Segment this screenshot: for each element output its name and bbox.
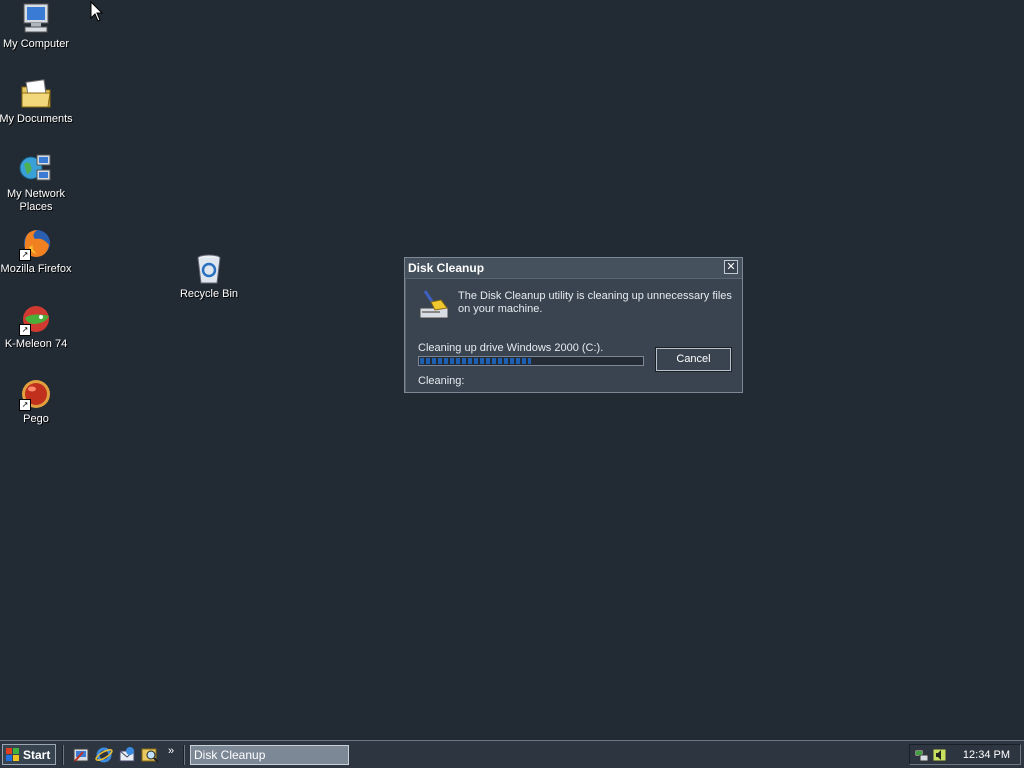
desktop-icon-my-network-places[interactable]: My Network Places [0,152,74,214]
search-icon[interactable] [141,746,159,764]
desktop-icon-pego[interactable]: ↗ Pego [0,377,74,426]
taskbar-separator [183,745,185,765]
volume-icon[interactable] [932,747,948,763]
desktop-icon-label-line1: My Network [6,188,66,200]
close-icon: ✕ [726,261,736,273]
firefox-icon: ↗ [19,227,53,261]
desktop-icon-my-documents[interactable]: My Documents [0,77,74,126]
start-label: Start [23,748,51,762]
progress-bar [418,356,644,366]
desktop-icon-label: Recycle Bin [179,288,239,300]
cancel-button[interactable]: Cancel [655,347,732,372]
start-button[interactable]: Start [2,744,56,765]
network-icon[interactable] [914,747,930,763]
desktop-icon-label-line2: Places [19,201,53,213]
shortcut-arrow-icon: ↗ [19,399,31,411]
status-label: Cleaning: [418,375,465,387]
shortcut-arrow-icon: ↗ [19,324,31,336]
k-meleon-icon: ↗ [19,302,53,336]
desktop-icon-k-meleon[interactable]: ↗ K-Meleon 74 [0,302,74,351]
shortcut-arrow-icon: ↗ [19,249,31,261]
my-documents-icon [19,77,53,111]
disk-cleanup-dialog: Disk Cleanup ✕ The Disk Cleanup utility … [404,257,743,393]
desktop-icon-my-computer[interactable]: My Computer [0,2,74,51]
clock: 12:34 PM [962,749,1010,761]
pego-icon: ↗ [19,377,53,411]
progress-fill [420,358,531,364]
show-desktop-icon[interactable] [72,746,90,764]
taskbar-button-disk-cleanup[interactable]: Disk Cleanup [190,745,349,765]
network-places-icon [19,152,53,186]
desktop-icon-recycle-bin[interactable]: Recycle Bin [171,252,247,301]
my-computer-icon [19,2,53,36]
drive-label: Cleaning up drive Windows 2000 (C:). [418,342,604,354]
mouse-cursor-icon [90,1,104,22]
system-tray: 12:34 PM [909,744,1021,765]
desktop: My Computer My Documents My Network Plac… [0,0,1024,740]
desktop-icon-mozilla-firefox[interactable]: ↗ Mozilla Firefox [0,227,74,276]
desktop-icon-label: My Computer [2,38,70,50]
dialog-message: The Disk Cleanup utility is cleaning up … [458,290,732,315]
dialog-title: Disk Cleanup [408,261,485,275]
windows-logo-icon [6,748,19,761]
taskbar-separator [62,745,64,765]
outlook-express-icon[interactable] [118,746,136,764]
desktop-icon-label: K-Meleon 74 [4,338,68,350]
close-button[interactable]: ✕ [724,260,738,274]
disk-cleanup-icon [419,290,449,319]
desktop-icon-label: Mozilla Firefox [0,263,72,275]
internet-explorer-icon[interactable] [95,746,113,764]
quick-launch-more-icon[interactable]: » [168,745,174,757]
recycle-bin-icon [192,252,226,286]
dialog-titlebar[interactable]: Disk Cleanup ✕ [405,258,742,279]
desktop-icon-label: Pego [23,413,49,425]
taskbar: Start » Disk Cleanup 12:34 PM [0,740,1024,768]
desktop-icon-label: My Documents [0,113,73,125]
